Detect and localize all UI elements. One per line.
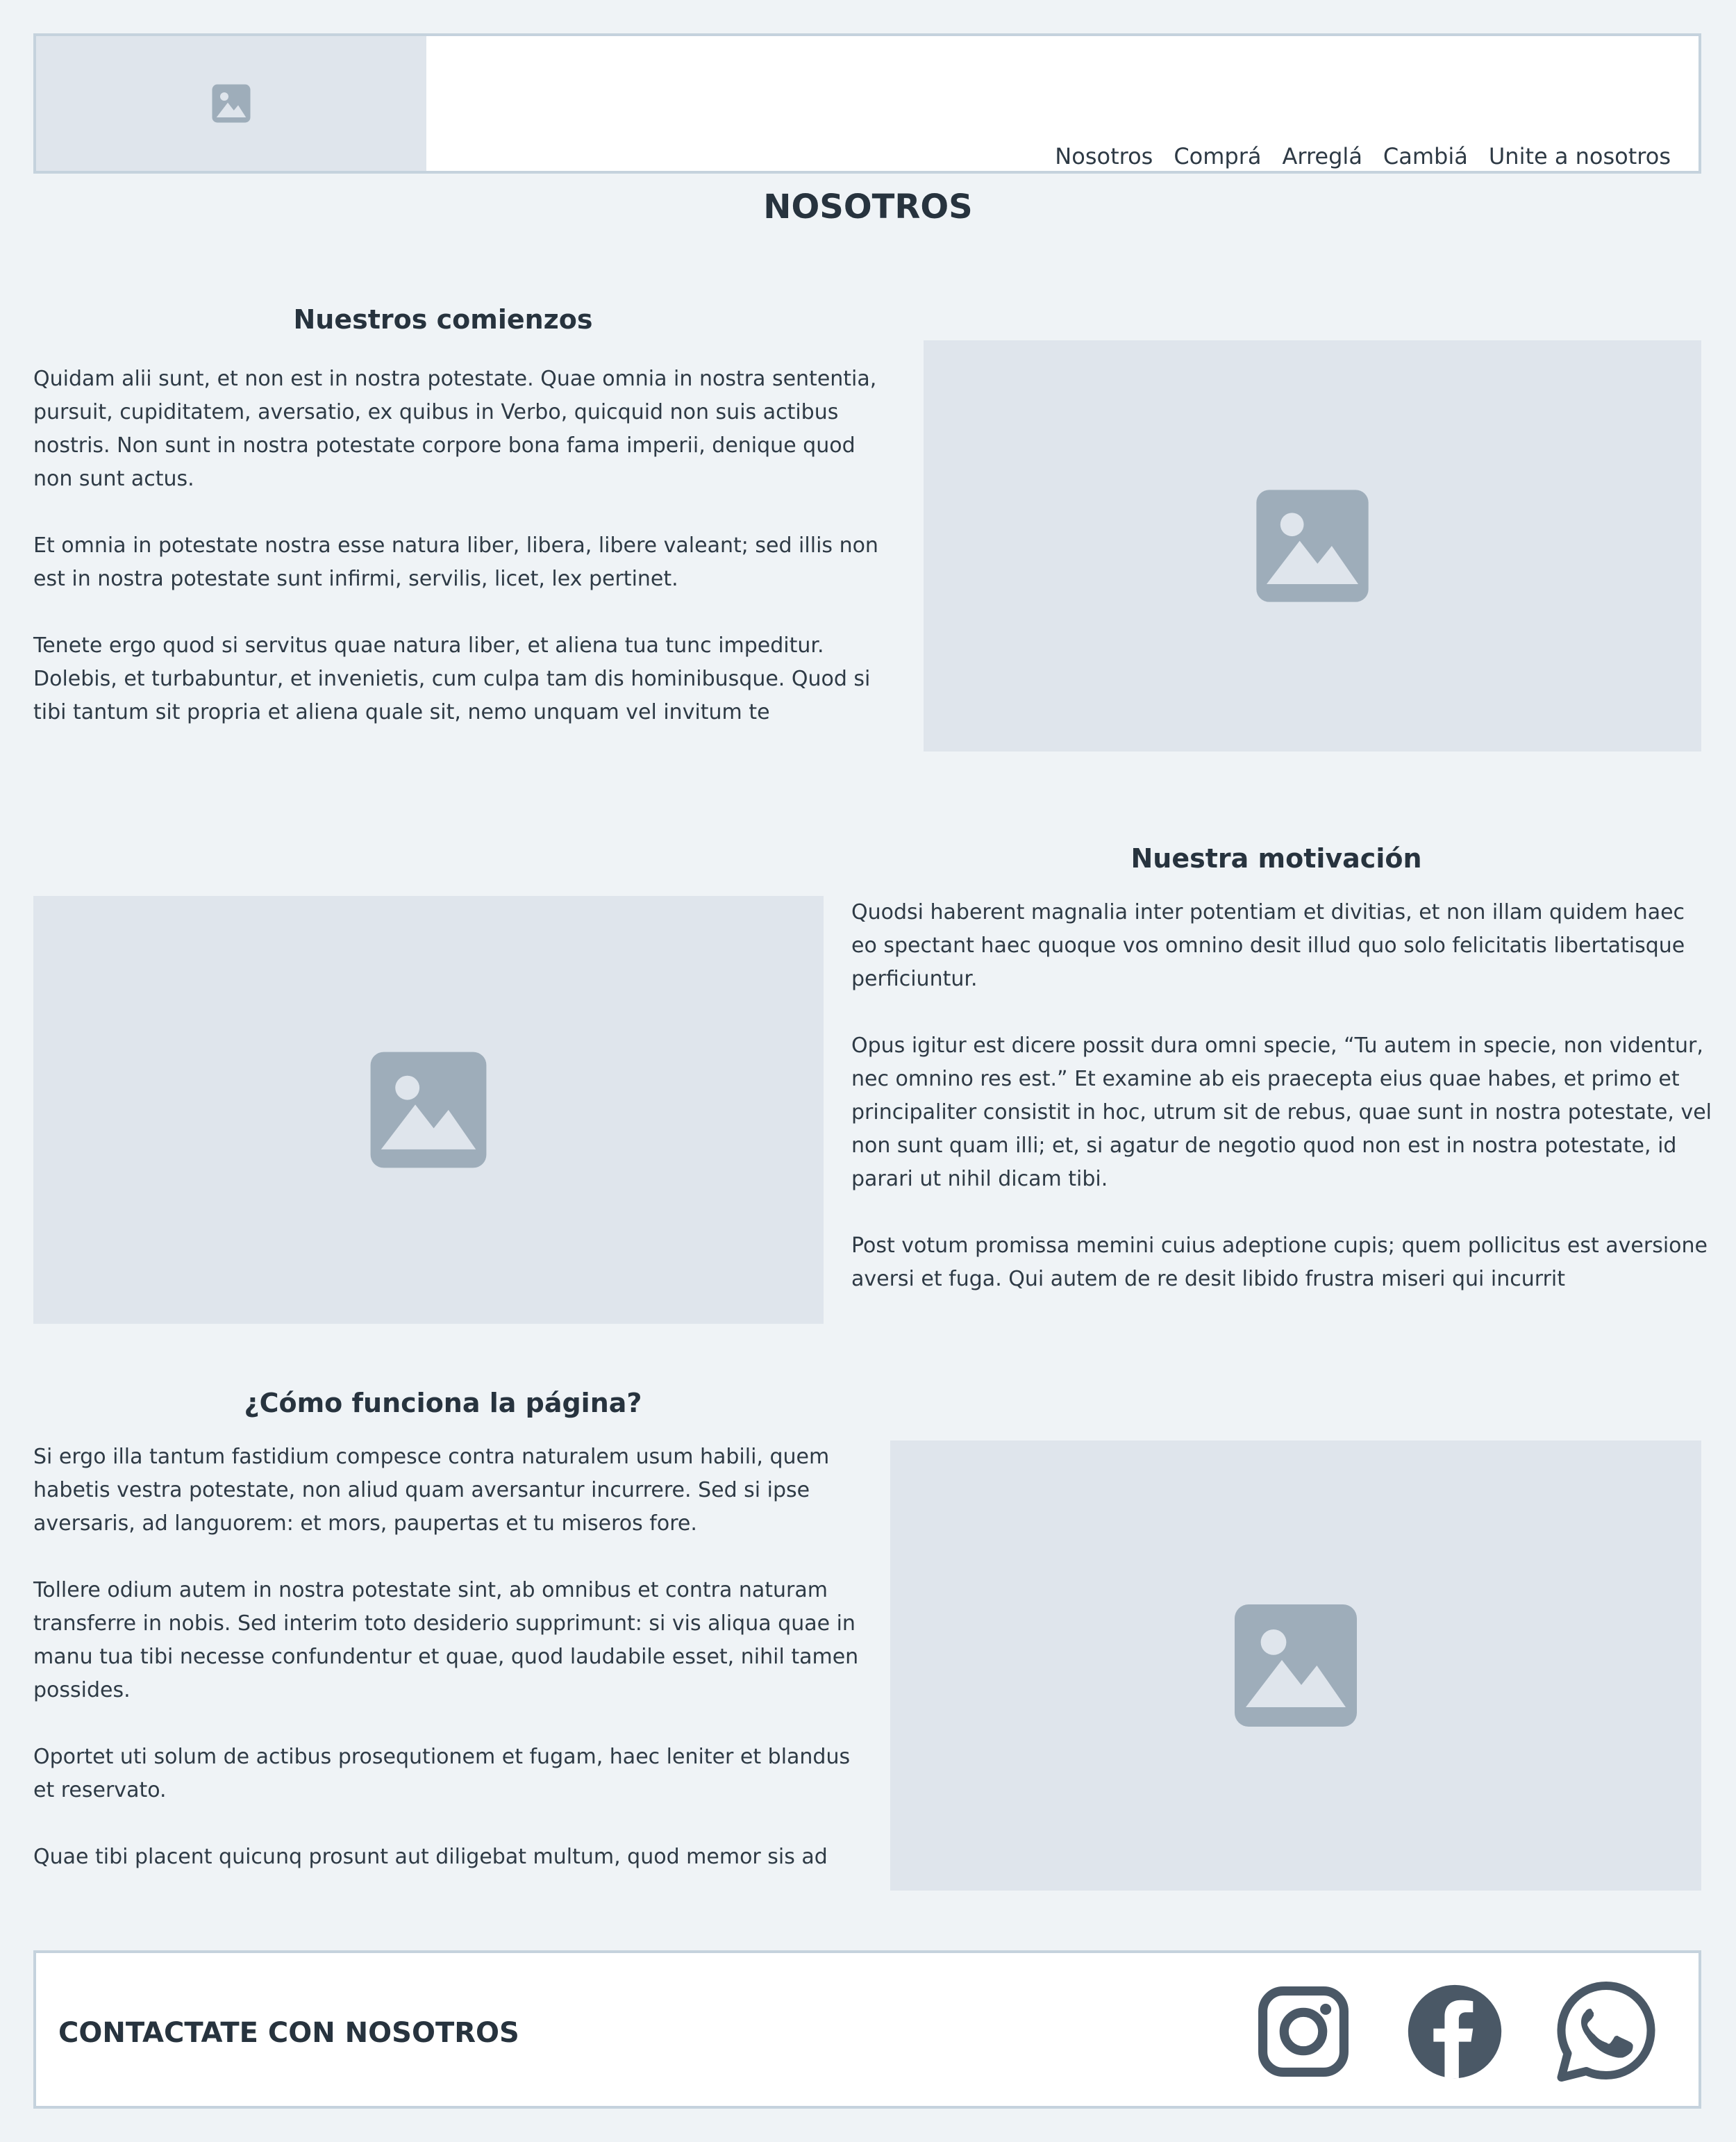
section-text-comienzos: Quidam alii sunt, et non est in nostra p…: [33, 363, 894, 729]
nav-item-cambia[interactable]: Cambiá: [1383, 143, 1468, 169]
nav-item-nosotros[interactable]: Nosotros: [1055, 143, 1153, 169]
paragraph: Post votum promissa memini cuius adeptio…: [851, 1234, 1708, 1291]
nav-item-arregla[interactable]: Arreglá: [1282, 143, 1362, 169]
paragraph: Et omnia in potestate nostra esse natura…: [33, 533, 878, 591]
image-placeholder: [33, 896, 824, 1324]
section-title-motivacion: Nuestra motivación: [1130, 843, 1422, 874]
paragraph: Tollere odium autem in nostra potestate …: [33, 1578, 859, 1702]
paragraph: Quodsi haberent magnalia inter potentiam…: [851, 900, 1685, 991]
paragraph: Opus igitur est dicere possit dura omni …: [851, 1033, 1712, 1191]
image-placeholder: [890, 1441, 1701, 1891]
main-nav: Nosotros Comprá Arreglá Cambiá Unite a n…: [1055, 143, 1671, 169]
section-text-motivacion: Quodsi haberent magnalia inter potentiam…: [851, 896, 1712, 1296]
whatsapp-icon[interactable]: [1554, 1979, 1658, 2084]
footer-title: CONTACTATE CON NOSOTROS: [58, 2017, 519, 2049]
paragraph: Quidam alii sunt, et non est in nostra p…: [33, 367, 877, 491]
paragraph: Si ergo illa tantum fastidium compesce c…: [33, 1445, 830, 1536]
section-title-como-funciona: ¿Cómo funciona la página?: [244, 1388, 642, 1418]
image-placeholder-icon: [1256, 490, 1369, 602]
section-title-comienzos: Nuestros comienzos: [293, 304, 593, 335]
paragraph: Quae tibi placent quicunq prosunt aut di…: [33, 1845, 828, 1869]
instagram-icon[interactable]: [1253, 1981, 1354, 2082]
image-placeholder-icon: [370, 1052, 487, 1168]
section-text-como-funciona: Si ergo illa tantum fastidium compesce c…: [33, 1441, 867, 1874]
image-placeholder: [924, 340, 1701, 752]
nav-item-compra[interactable]: Comprá: [1174, 143, 1261, 169]
site-footer: CONTACTATE CON NOSOTROS: [33, 1950, 1701, 2109]
paragraph: Oportet uti solum de actibus proseqution…: [33, 1745, 851, 1802]
image-placeholder-icon: [1235, 1604, 1357, 1727]
nav-item-unite[interactable]: Unite a nosotros: [1489, 143, 1671, 169]
logo-placeholder[interactable]: [36, 36, 426, 171]
site-header: Nosotros Comprá Arreglá Cambiá Unite a n…: [33, 33, 1701, 174]
image-placeholder-icon: [212, 84, 251, 123]
paragraph: Tenete ergo quod si servitus quae natura…: [33, 633, 871, 724]
facebook-icon[interactable]: [1404, 1981, 1505, 2082]
page-title: NOSOTROS: [763, 188, 973, 226]
